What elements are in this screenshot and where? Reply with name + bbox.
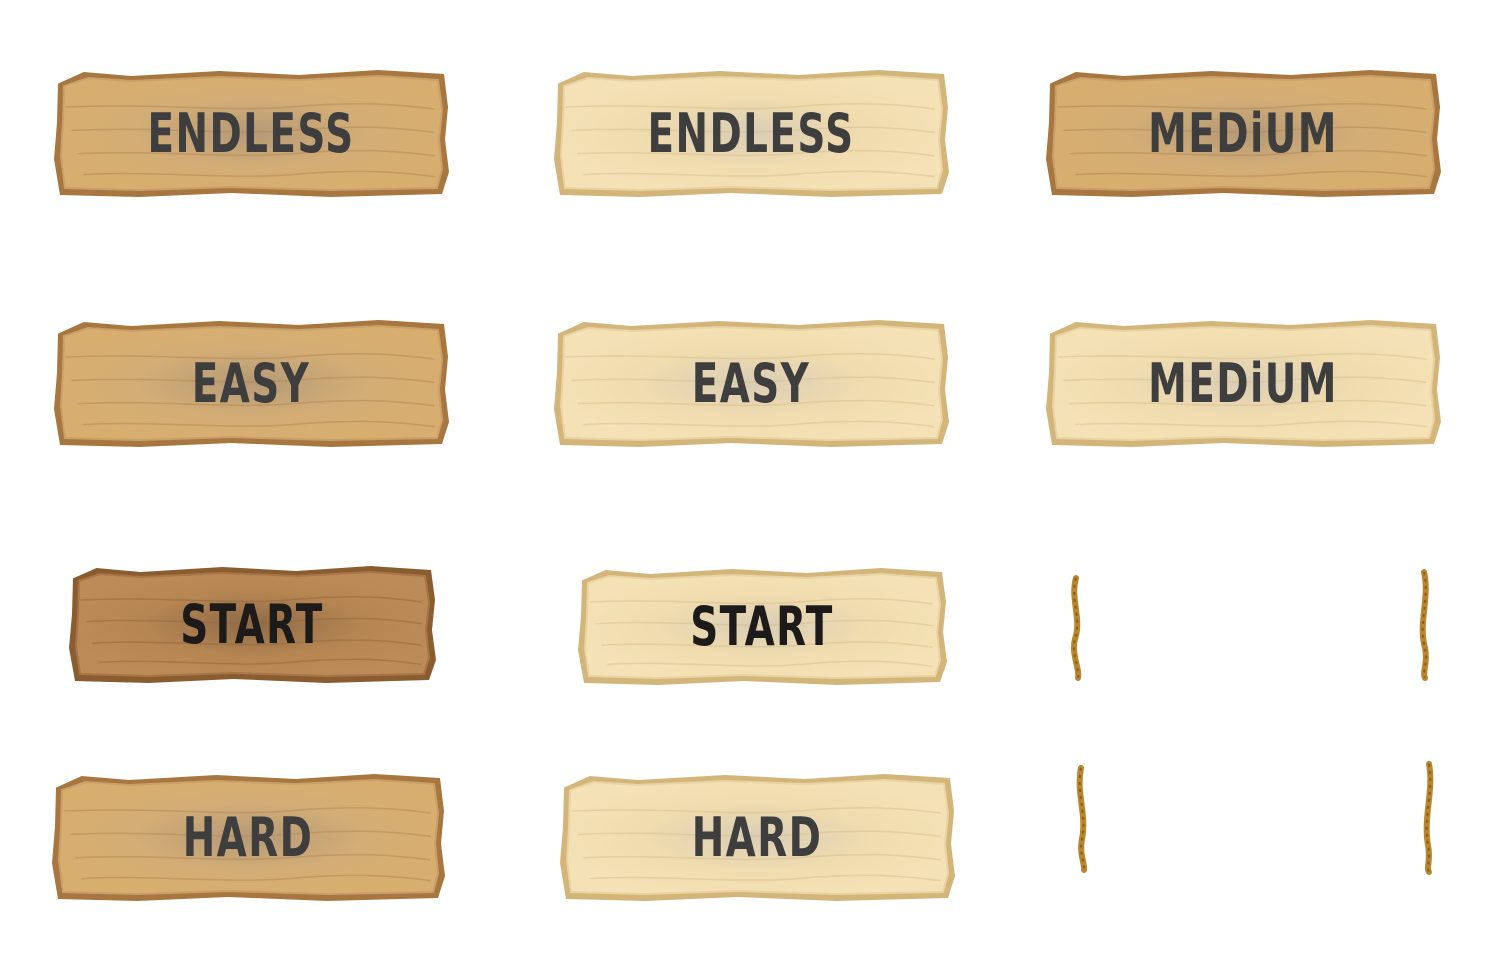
wood-plank-icon [554, 320, 949, 447]
easy-button[interactable]: EASY [52, 318, 450, 448]
wood-plank-icon [578, 568, 947, 685]
rope-icon [1066, 574, 1090, 681]
hard-button-hover[interactable]: HARD [558, 772, 956, 902]
hard-button[interactable]: HARD [50, 772, 446, 902]
wood-plank-icon [560, 774, 955, 901]
easy-button-hover[interactable]: EASY [552, 318, 950, 448]
wood-plank-icon [554, 70, 949, 197]
start-button-hover[interactable]: START [576, 566, 948, 686]
wood-plank-icon [1046, 320, 1441, 447]
medium-button-hover[interactable]: MEDiUM [1044, 318, 1442, 448]
rope-icon [1072, 764, 1096, 874]
wood-plank-icon [69, 566, 436, 683]
medium-button[interactable]: MEDiUM [1044, 68, 1442, 198]
rope-icon [1416, 760, 1440, 876]
wood-plank-icon [54, 70, 449, 197]
wood-plank-icon [1046, 70, 1441, 197]
wood-plank-icon [54, 320, 449, 447]
sprite-sheet: ENDLESS ENDLESS MEDiUM EASY EASY MEDiUM … [0, 0, 1500, 960]
endless-button-hover[interactable]: ENDLESS [552, 68, 950, 198]
rope-icon [1412, 568, 1436, 681]
wood-plank-icon [52, 774, 445, 901]
start-button-pressed[interactable]: START [67, 564, 437, 684]
endless-button[interactable]: ENDLESS [52, 68, 450, 198]
